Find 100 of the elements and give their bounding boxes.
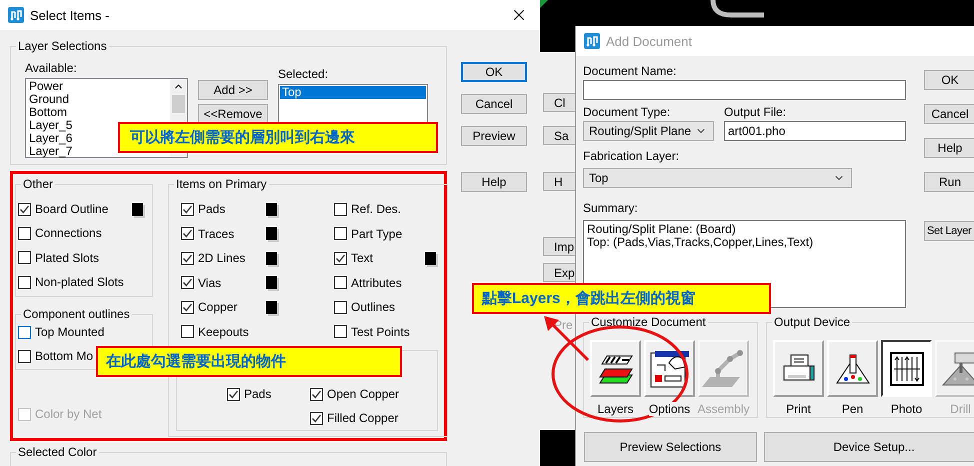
checkbox-label: Color by Net [35,407,102,421]
checkbox[interactable] [334,252,347,265]
checkbox[interactable] [181,252,194,265]
tool-label: Drill [950,402,971,416]
checkbox[interactable] [310,388,323,400]
field-label: Summary: [583,201,639,215]
field-label: Output File: [724,105,788,119]
checkbox-label: Board Outline [35,202,110,216]
arrow-grid-icon [888,350,924,386]
checkbox-label: Ref. Des. [351,202,402,216]
checkbox[interactable] [18,202,31,216]
checkbox[interactable] [334,227,347,240]
checkbox-label: Traces [198,226,236,241]
field-label: Document Type: [583,105,672,119]
dialog-button[interactable]: OK [461,62,527,82]
input-field[interactable] [583,80,906,100]
dialog-button[interactable]: Help [461,172,527,192]
checkbox[interactable] [18,326,31,338]
dialog-button[interactable]: OK [924,70,974,90]
checkbox-label: Top Mounted [35,325,104,339]
group-title: Selected Color [16,445,99,459]
scroll-thumb[interactable] [172,95,185,113]
tool-label: Options [648,402,690,416]
group-title: Output Device [772,315,852,329]
color-swatch[interactable] [266,202,277,216]
window-button[interactable]: Imp [543,237,576,256]
checkbox-label: Keepouts [198,324,250,339]
app-icon [8,7,24,23]
window-button[interactable]: Cl [543,93,576,112]
remove-button[interactable]: <<Remove [198,104,268,124]
pointer-arrow [544,316,590,362]
dialog-button[interactable]: Preview [461,126,527,146]
group-title: Other [21,177,56,191]
list-item[interactable]: Bottom [27,106,169,119]
checkbox-label: Attributes [351,276,403,290]
field-label: Fabrication Layer: [583,149,680,163]
list-item[interactable]: Top [280,86,426,99]
list-item[interactable]: Ground [27,93,169,106]
checkbox[interactable] [181,227,194,240]
callout-tooltip: 在此處勾選需要出現的物件 [96,346,402,377]
dialog-button[interactable]: Run [924,172,974,192]
checkbox[interactable] [18,350,31,362]
checkbox[interactable] [334,276,347,290]
color-swatch[interactable] [266,227,277,240]
checkbox[interactable] [334,325,347,338]
tool-label: Print [786,402,811,416]
device-setup-button[interactable]: Device Setup... [764,432,974,462]
checkbox[interactable] [334,300,347,314]
window-button[interactable]: Exp [543,263,576,282]
set-layers-button[interactable]: Set Layer [924,221,974,241]
dialog-button[interactable]: Cancel [924,104,974,124]
checkbox[interactable] [181,276,194,290]
group-title: Layer Selections [16,39,109,53]
window-title: Select Items - [30,8,110,22]
color-swatch[interactable] [132,202,143,216]
document-hand-icon [648,348,690,388]
callout-tooltip: 可以將左側需要的層別叫到右邊來 [118,122,438,153]
dialog-button[interactable]: Cancel [461,94,527,114]
dropdown[interactable]: Routing/Split Plane [583,121,714,141]
summary-line: Routing/Split Plane: (Board) [587,223,737,236]
list-item[interactable]: Power [27,80,169,93]
add-button[interactable]: Add >> [198,80,268,100]
checkbox[interactable] [18,276,31,289]
checkbox-label: Test Points [351,324,411,339]
checkbox-label: Open Copper [327,387,400,401]
checkbox-label: Vias [198,276,222,290]
checkbox-label: 2D Lines [198,251,246,266]
dropdown[interactable]: Top [583,168,852,188]
field-label: Available: [25,61,78,75]
window-button[interactable]: Sa [543,126,576,145]
checkbox[interactable] [181,325,194,338]
checkbox-label: Bottom Mo [35,349,94,363]
robot-arm-icon [702,348,746,388]
group-title: Customize Document [589,315,708,329]
checkbox-label: Outlines [351,300,396,314]
checkbox[interactable] [227,388,240,400]
checkbox[interactable] [310,412,323,424]
pen-plotter-icon [834,352,870,384]
checkbox[interactable] [181,300,194,314]
checkbox[interactable] [18,226,31,240]
input-field[interactable]: art001.pho [724,121,906,141]
dialog-button[interactable]: Help [924,138,974,158]
tool-button[interactable] [881,340,932,397]
summary-line: Top: (Pads,Vias,Tracks,Copper,Lines,Text) [587,236,814,249]
checkbox[interactable] [18,251,31,264]
tool-label: Photo [890,402,922,416]
field-label: Document Name: [583,64,678,78]
checkbox[interactable] [181,202,194,216]
window-button[interactable]: H [543,172,576,191]
color-swatch[interactable] [425,252,436,265]
preview-button[interactable]: Preview Selections [584,432,757,462]
checkbox[interactable] [334,202,347,216]
checkbox-label: Plated Slots [35,250,100,265]
tool-label: Assembly [698,402,750,416]
checkbox-label: Non-plated Slots [35,275,125,290]
window-title: Add Document [606,34,693,48]
tool-label: Layers [597,402,634,416]
color-swatch[interactable] [266,276,277,290]
color-swatch[interactable] [266,300,277,314]
color-swatch[interactable] [266,252,277,265]
